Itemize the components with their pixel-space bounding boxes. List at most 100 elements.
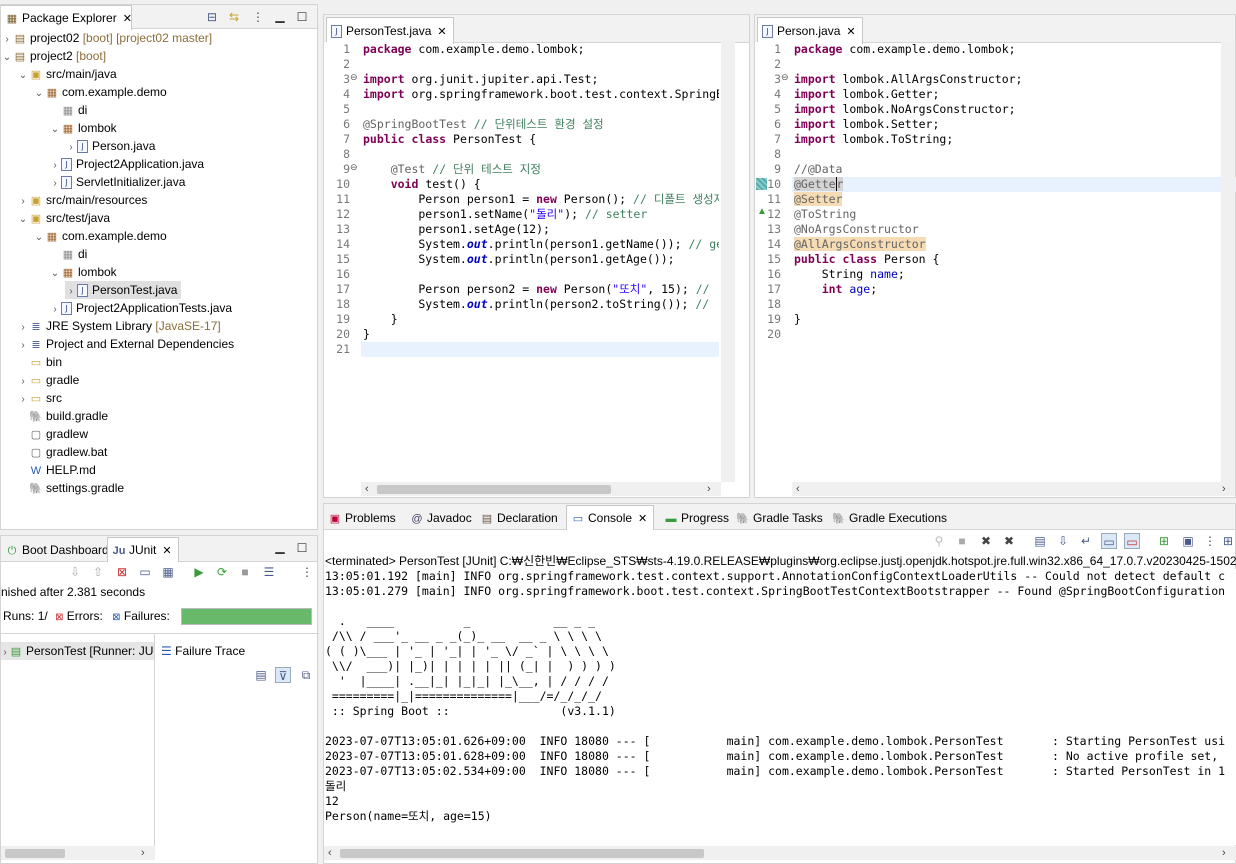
junit-horizontal-scrollbar[interactable]: ›	[1, 846, 155, 860]
minimize-icon[interactable]: ▁	[272, 8, 288, 24]
word-wrap-icon[interactable]: ↵	[1078, 533, 1094, 549]
console-horizontal-scrollbar[interactable]: ‹ ›	[324, 846, 1236, 860]
collapse-icon[interactable]: ⌄	[49, 265, 61, 283]
pin-console-icon[interactable]: ⚲	[931, 533, 947, 549]
scroll-left-icon[interactable]: ‹	[365, 482, 369, 496]
collapse-icon[interactable]: ⌄	[33, 229, 45, 247]
tab-persontest-java[interactable]: J PersonTest.java ✕	[326, 17, 454, 44]
tab-boot-dashboard[interactable]: ⏻ Boot Dashboard	[1, 538, 115, 562]
tab-gradle-executions[interactable]: 🐘 Gradle Executions	[828, 506, 953, 530]
tree-item[interactable]: › ▭ gradle	[17, 371, 79, 389]
tree-item[interactable]: › J Project2Application.java	[49, 155, 204, 173]
vertical-scrollbar[interactable]	[721, 42, 735, 482]
editor-horizontal-scrollbar[interactable]: ‹ ›	[361, 482, 721, 496]
tree-item[interactable]: › J ServletInitializer.java	[49, 173, 185, 191]
scroll-left-icon[interactable]: ‹	[328, 846, 332, 860]
maximize-icon[interactable]: ☐	[294, 9, 310, 25]
tree-item[interactable]: › J Person.java	[65, 137, 155, 155]
close-icon[interactable]: ✕	[123, 13, 132, 25]
test-result-item[interactable]: › ▤ PersonTest [Runner: JU	[1, 642, 154, 660]
fold-marker-icon[interactable]: ⊖	[781, 72, 789, 83]
tree-item[interactable]: ▢ gradlew.bat	[17, 443, 108, 461]
minimize-icon[interactable]: ▁	[272, 539, 288, 555]
layout-icon[interactable]: ▦	[160, 564, 176, 580]
collapse-icon[interactable]: ⌄	[17, 211, 29, 229]
collapse-icon[interactable]: ⌄	[33, 85, 45, 103]
tab-declaration[interactable]: ▤ Declaration	[476, 506, 564, 530]
scroll-lock-icon[interactable]: ▭	[137, 564, 153, 580]
tree-item[interactable]: 🐘 build.gradle	[17, 407, 108, 425]
link-with-editor-icon[interactable]: ⇆	[226, 9, 242, 25]
tab-person-java[interactable]: J Person.java ✕	[757, 17, 863, 44]
tree-item[interactable]: ▢ gradlew	[17, 425, 88, 443]
scrollbar-thumb[interactable]	[377, 485, 611, 494]
open-console-icon[interactable]: ⊞	[1220, 533, 1236, 549]
vertical-scrollbar[interactable]	[1221, 42, 1235, 482]
tree-item[interactable]: › ▭ src	[17, 389, 62, 407]
collapse-icon[interactable]: ⌄	[1, 49, 13, 67]
view-menu-icon[interactable]: ⋮	[1202, 533, 1218, 549]
view-menu-icon[interactable]: ⋮	[250, 9, 266, 25]
copy-trace-icon[interactable]: ⧉	[298, 667, 314, 683]
scroll-lock-icon[interactable]: ⇩	[1055, 533, 1071, 549]
next-failure-icon[interactable]: ⇩	[67, 564, 83, 580]
tree-item[interactable]: ⌄ ▦ com.example.demo	[33, 227, 167, 245]
filter-stack-icon[interactable]: ⊽	[275, 667, 291, 683]
close-icon[interactable]: ✕	[846, 26, 855, 38]
rerun-failed-first-icon[interactable]: ⟳	[214, 564, 230, 580]
scroll-right-icon[interactable]: ›	[141, 846, 145, 860]
console-output[interactable]: 13:05:01.192 [main] INFO org.springframe…	[325, 569, 1236, 845]
tree-item[interactable]: 🐘 settings.gradle	[17, 479, 124, 497]
tree-item[interactable]: ⌄ ▣ src/main/java	[17, 65, 117, 83]
close-icon[interactable]: ✕	[437, 26, 446, 38]
maximize-icon[interactable]: ☐	[294, 540, 310, 556]
remove-launch-icon[interactable]: ✖	[978, 533, 994, 549]
remove-all-launches-icon[interactable]: ✖	[1001, 533, 1017, 549]
close-icon[interactable]: ✕	[638, 513, 647, 525]
tab-console[interactable]: ▭ Console ✕	[566, 505, 655, 530]
collapse-all-icon[interactable]: ⊟	[204, 9, 220, 25]
tree-item[interactable]: › ≣ JRE System Library [JavaSE-17]	[17, 317, 220, 335]
display-selected-console-icon[interactable]: ▣	[1180, 533, 1196, 549]
fold-marker-icon[interactable]: ⊖	[350, 162, 358, 173]
tree-item[interactable]: ⌄ ▦ lombok	[49, 119, 117, 137]
scrollbar-thumb[interactable]	[340, 849, 704, 858]
scroll-left-icon[interactable]: ‹	[796, 482, 800, 496]
tree-item[interactable]: ⌄ ▣ src/test/java	[17, 209, 110, 227]
stop-icon[interactable]: ■	[237, 564, 253, 580]
scrollbar-thumb[interactable]	[5, 849, 65, 858]
tree-item[interactable]: ▭ bin	[17, 353, 62, 371]
tree-item[interactable]: › ▤ project02 [boot] [project02 master]	[1, 29, 212, 47]
show-failures-only-icon[interactable]: ⊠	[114, 564, 130, 580]
tab-problems[interactable]: ▣ Problems	[324, 506, 402, 530]
show-stderr-icon[interactable]: ▭	[1124, 533, 1140, 549]
code-persontest[interactable]: package com.example.demo.lombok; import …	[363, 42, 719, 482]
show-stdout-icon[interactable]: ▭	[1101, 533, 1117, 549]
rerun-test-icon[interactable]: ▶	[191, 564, 207, 580]
tree-item[interactable]: ⌄ ▦ lombok	[49, 263, 117, 281]
test-history-icon[interactable]: ☰	[261, 564, 277, 580]
scroll-right-icon[interactable]: ›	[1222, 846, 1226, 860]
view-menu-icon[interactable]: ⋮	[299, 564, 315, 580]
scroll-right-icon[interactable]: ›	[1222, 482, 1226, 496]
tab-package-explorer[interactable]: ▦ Package Explorer ✕	[1, 5, 132, 30]
tab-javadoc[interactable]: @ Javadoc	[406, 506, 478, 530]
tab-gradle-tasks[interactable]: 🐘 Gradle Tasks	[732, 506, 829, 530]
tree-item[interactable]: ⌄ ▦ com.example.demo	[33, 83, 167, 101]
tree-item[interactable]: › ≣ Project and External Dependencies	[17, 335, 234, 353]
tree-item[interactable]: › J Project2ApplicationTests.java	[49, 299, 232, 317]
collapse-icon[interactable]: ⌄	[17, 67, 29, 85]
previous-failure-icon[interactable]: ⇧	[90, 564, 106, 580]
clear-console-icon[interactable]: ▤	[1032, 533, 1048, 549]
editor-horizontal-scrollbar[interactable]: ‹ ›	[792, 482, 1235, 496]
collapse-icon[interactable]: ⌄	[49, 121, 61, 139]
tab-junit[interactable]: Ju JUnit ✕	[107, 537, 179, 562]
tree-item[interactable]: W HELP.md	[17, 461, 96, 479]
scroll-right-icon[interactable]: ›	[707, 482, 711, 496]
compare-result-icon[interactable]: ▤	[253, 667, 269, 683]
tree-item[interactable]: › ▣ src/main/resources	[17, 191, 147, 209]
pin-icon[interactable]: ⊞	[1156, 533, 1172, 549]
tree-item[interactable]: ⌄ ▤ project2 [boot]	[1, 47, 106, 65]
tree-item[interactable]: › J PersonTest.java	[65, 281, 182, 299]
code-person[interactable]: package com.example.demo.lombok; import …	[794, 42, 1234, 482]
